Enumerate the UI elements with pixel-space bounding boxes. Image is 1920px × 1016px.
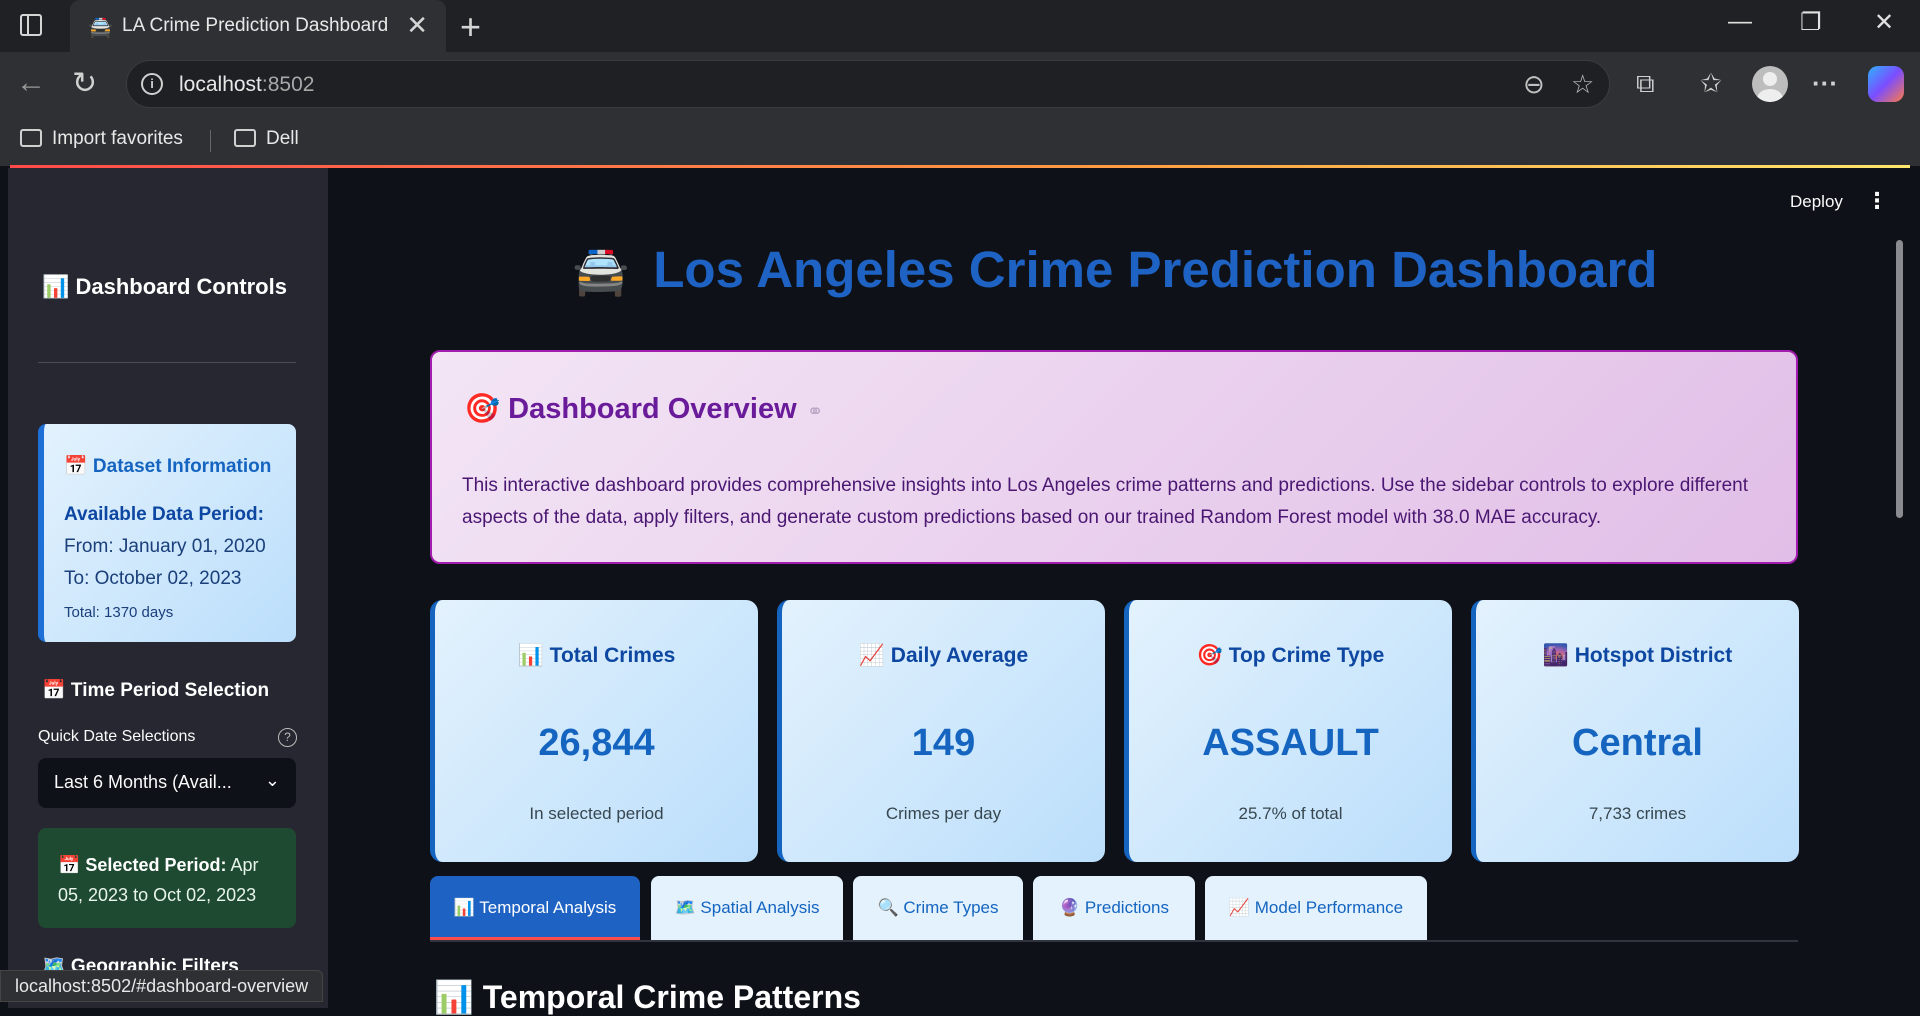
tab-favicon-icon: 🚔 [88,17,113,39]
status-bar-url: localhost:8502/#dashboard-overview [0,970,324,1002]
chevron-down-icon: ⌄ [264,770,280,790]
available-period-label: Available Data Period: [64,504,264,525]
metric-card-daily-average: 📈 Daily Average 149 Crimes per day [777,600,1105,862]
police-car-icon: 🚔 [572,245,630,297]
copilot-icon[interactable] [1868,66,1904,102]
browser-tab-bar: 🚔 LA Crime Prediction Dashboard ✕ + — ❐ … [0,0,1920,52]
sidebar: 📊 Dashboard Controls 📅 Dataset Informati… [8,168,328,1008]
main-menu-icon[interactable]: ⋮ [1866,188,1888,214]
bookmark-separator [210,130,211,152]
back-icon[interactable]: ← [16,66,46,100]
metric-title: 📈 Daily Average [858,644,1029,667]
anchor-link-icon[interactable]: ⚭ [807,401,824,423]
period-total: Total: 1370 days [64,604,174,621]
import-icon [20,129,42,147]
site-info-icon[interactable]: i [141,73,163,95]
page-title: 🚔 Los Angeles Crime Prediction Dashboard [572,241,1658,298]
tab-divider [430,940,1798,942]
quick-date-label: Quick Date Selections [38,728,196,745]
restore-icon[interactable]: ❐ [1800,8,1822,37]
period-from: From: January 01, 2020 [64,536,266,557]
tab-spatial-analysis[interactable]: 🗺️ Spatial Analysis [651,876,843,940]
metric-card-hotspot-district: 🌆 Hotspot District Central 7,733 crimes [1471,600,1799,862]
time-period-heading: 📅 Time Period Selection [42,680,270,701]
reload-icon[interactable]: ↻ [72,66,97,101]
more-options-icon[interactable]: ··· [1812,68,1838,99]
tab-predictions[interactable]: 🔮 Predictions [1033,876,1195,940]
deploy-button[interactable]: Deploy [1790,192,1843,212]
tab-close-icon[interactable]: ✕ [406,10,428,41]
url-text: localhost:8502 [179,73,315,96]
metric-subtitle: In selected period [529,804,664,823]
new-tab-icon[interactable]: + [460,6,481,48]
dataset-info-card: 📅 Dataset Information Available Data Per… [38,424,296,642]
quick-date-select[interactable]: Last 6 Months (Avail... ⌄ [38,758,296,808]
tab-title: LA Crime Prediction Dashboard [122,15,389,36]
address-toolbar: ← ↻ i localhost:8502 ⊖ ☆ ⧉ ✩ ··· [0,52,1920,116]
metric-title: 📊 Total Crimes [517,644,676,667]
tab-actions-icon[interactable] [20,14,42,36]
dashboard-overview-card: 🎯 Dashboard Overview ⚭ This interactive d… [430,350,1798,564]
metric-value: 149 [911,722,976,764]
metric-value: 26,844 [538,722,655,764]
address-bar[interactable]: i localhost:8502 ⊖ ☆ [126,60,1610,108]
extensions-icon[interactable]: ⧉ [1636,68,1655,100]
profile-avatar[interactable] [1752,66,1788,102]
help-icon[interactable]: ? [278,728,297,747]
metric-title: 🎯 Top Crime Type [1196,644,1385,667]
period-to: To: October 02, 2023 [64,568,242,589]
tab-model-performance[interactable]: 📈 Model Performance [1205,876,1427,940]
tab-temporal-analysis[interactable]: 📊 Temporal Analysis [430,876,640,940]
section-heading: 📊 Temporal Crime Patterns [434,979,861,1015]
bookmark-dell[interactable]: Dell [234,128,299,150]
main-scrollbar[interactable] [1896,240,1903,518]
bookmark-import-favorites[interactable]: Import favorites [20,128,183,150]
zoom-out-icon[interactable]: ⊖ [1523,69,1545,100]
selected-period-label: 📅 Selected Period: [58,855,227,875]
overview-heading: 🎯 Dashboard Overview ⚭ [464,393,824,425]
favorites-list-icon[interactable]: ✩ [1700,68,1722,99]
metric-subtitle: 7,733 crimes [1588,804,1687,823]
selected-period-box: 📅 Selected Period: Apr 05, 2023 to Oct 0… [38,828,296,928]
bookmarks-bar: Import favorites Dell [0,116,1920,166]
metric-card-top-crime-type: 🎯 Top Crime Type ASSAULT 25.7% of total [1124,600,1452,862]
metric-subtitle: Crimes per day [885,804,1002,823]
tab-crime-types[interactable]: 🔍 Crime Types [853,876,1023,940]
metric-value: ASSAULT [1202,722,1379,764]
metric-subtitle: 25.7% of total [1238,804,1343,823]
quick-date-value: Last 6 Months (Avail... [54,772,232,792]
favorite-star-icon[interactable]: ☆ [1571,69,1594,100]
minimize-icon[interactable]: — [1728,8,1752,36]
browser-tab[interactable]: 🚔 LA Crime Prediction Dashboard ✕ [70,0,446,52]
dataset-info-heading: 📅 Dataset Information [64,456,272,477]
sidebar-title: 📊 Dashboard Controls [42,274,287,299]
overview-text: This interactive dashboard provides comp… [462,475,1749,528]
sidebar-divider [38,362,296,363]
window-close-icon[interactable]: ✕ [1874,8,1894,37]
folder-icon [234,129,256,147]
metric-card-total-crimes: 📊 Total Crimes 26,844 In selected period [430,600,758,862]
metric-title: 🌆 Hotspot District [1542,644,1733,667]
metric-value: Central [1572,722,1703,764]
